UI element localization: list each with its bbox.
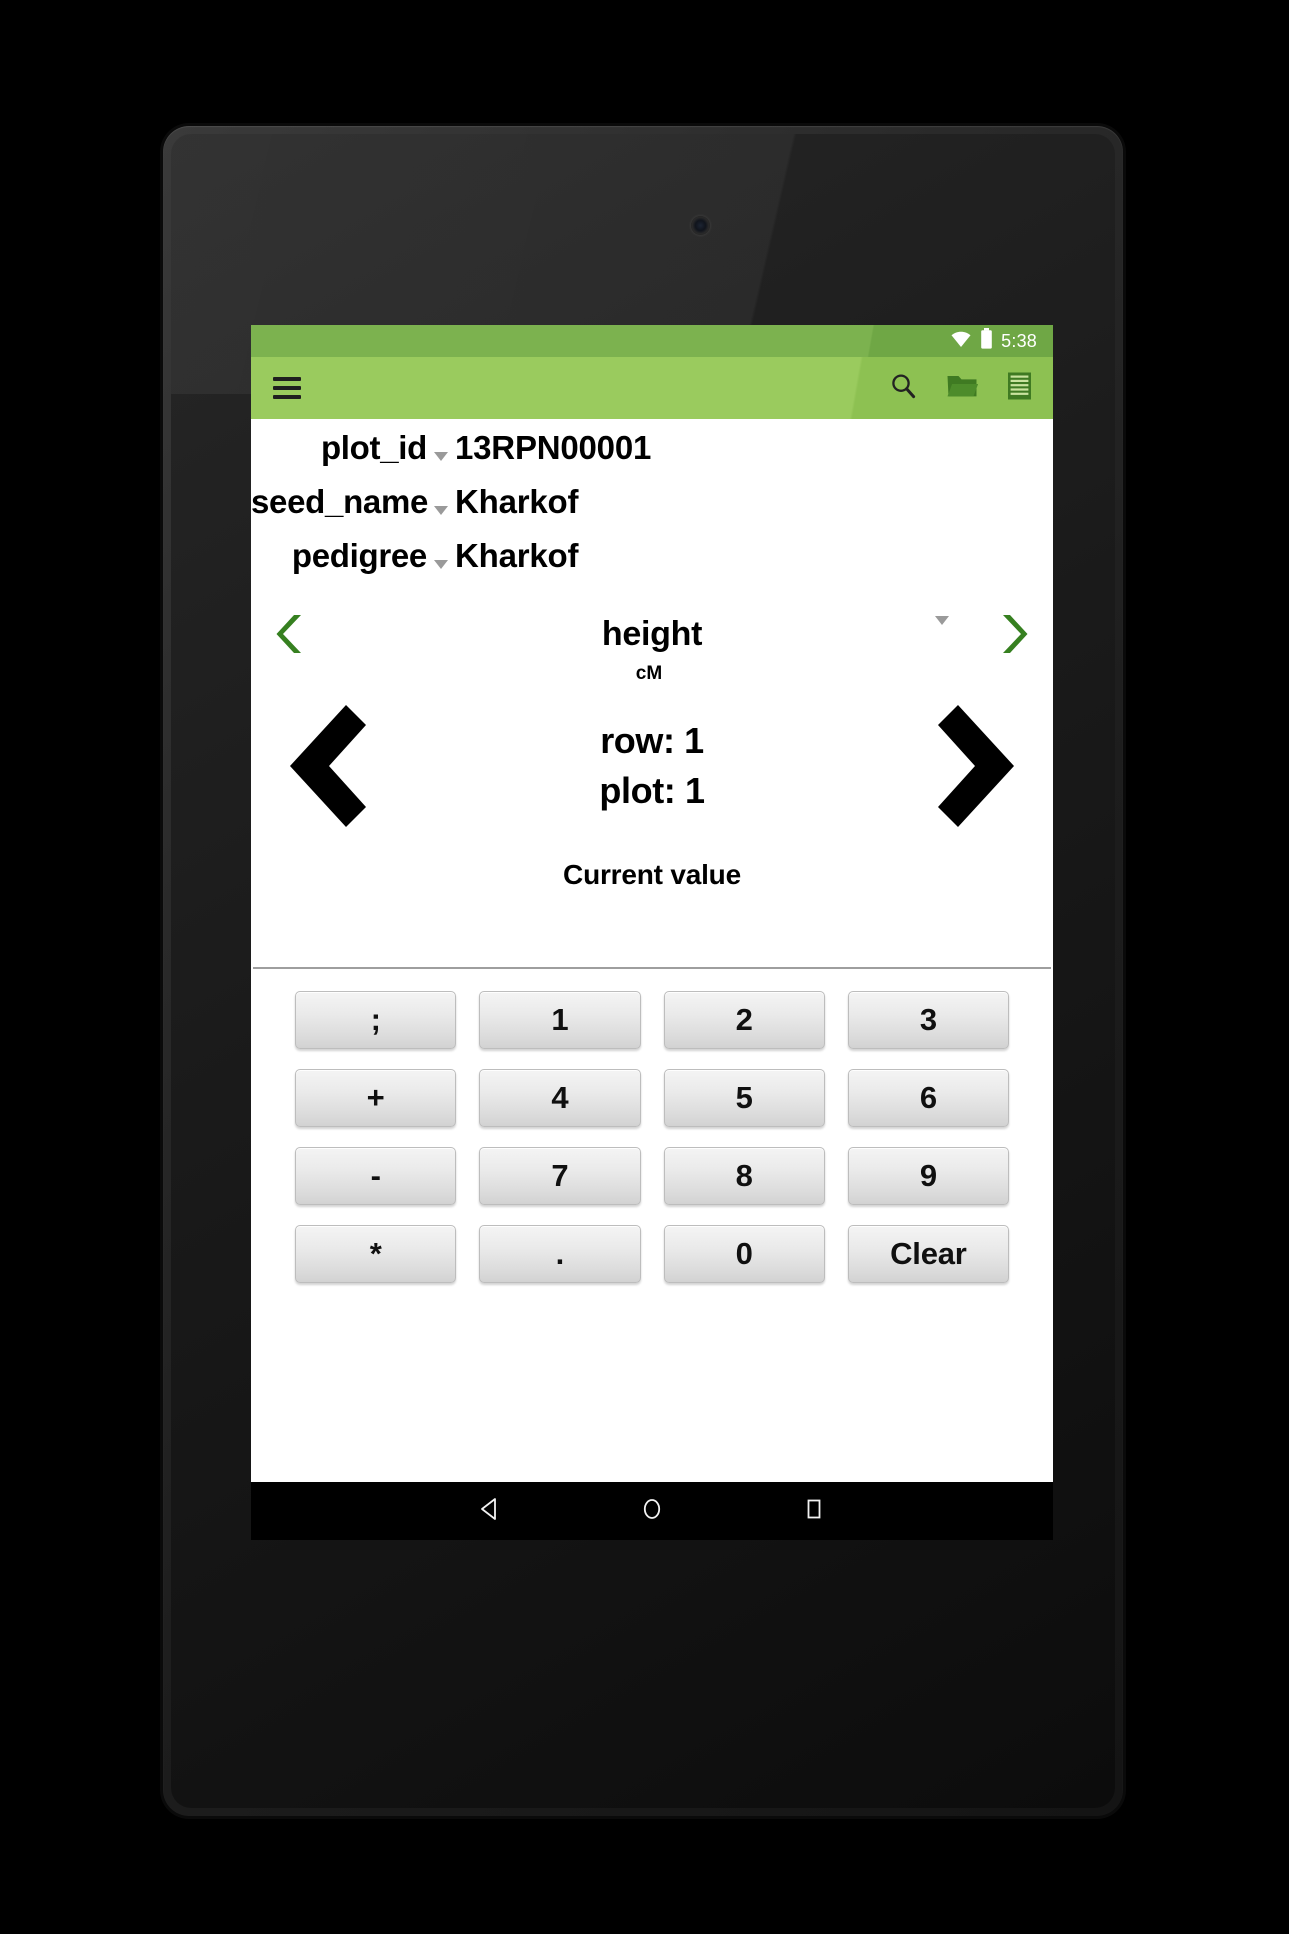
numeric-keypad: ; 1 2 3 + 4 5 6 - 7 8 9 * . 0 Clear (251, 969, 1053, 1283)
status-bar: 5:38 (251, 325, 1053, 357)
search-icon[interactable] (888, 371, 918, 406)
key-3[interactable]: 3 (847, 991, 1009, 1049)
chevron-right-icon (1003, 615, 1028, 653)
chevron-down-icon[interactable] (935, 616, 949, 643)
field-row-pedigree[interactable]: pedigree Kharkof (251, 537, 1053, 591)
current-value-readout (251, 901, 1053, 941)
key-plus[interactable]: + (295, 1069, 457, 1127)
trait-name-container[interactable]: height (319, 615, 985, 654)
field-row-seed-name[interactable]: seed_name Kharkof (251, 483, 1053, 537)
front-camera (691, 216, 710, 235)
key-asterisk[interactable]: * (295, 1225, 457, 1283)
app-screen: 5:38 plot_id 13RPN00001 seed_name Kharko… (251, 325, 1053, 1540)
key-1[interactable]: 1 (479, 991, 641, 1049)
key-semicolon[interactable]: ; (295, 991, 457, 1049)
chevron-down-icon[interactable] (427, 451, 455, 461)
action-bar-icons (888, 371, 1033, 406)
key-8[interactable]: 8 (663, 1147, 825, 1205)
key-minus[interactable]: - (295, 1147, 457, 1205)
key-4[interactable]: 4 (479, 1069, 641, 1127)
wifi-icon (950, 330, 972, 353)
field-row-plot-id[interactable]: plot_id 13RPN00001 (251, 429, 1053, 483)
keypad-row: + 4 5 6 (295, 1069, 1009, 1127)
key-0[interactable]: 0 (663, 1225, 825, 1283)
keypad-row: * . 0 Clear (295, 1225, 1009, 1283)
battery-icon (980, 328, 993, 354)
status-bar-clock: 5:38 (1001, 331, 1037, 351)
plot-number: plot: 1 (599, 770, 705, 811)
plot-info-fields: plot_id 13RPN00001 seed_name Kharkof ped… (251, 419, 1053, 595)
field-value: Kharkof (455, 537, 579, 574)
chevron-down-icon[interactable] (427, 505, 455, 515)
trait-selector: height (251, 601, 1053, 667)
current-value-label: Current value (563, 859, 741, 890)
next-plot-button[interactable] (921, 700, 1031, 832)
plot-navigation: row: 1 plot: 1 (251, 691, 1053, 841)
hamburger-menu-icon[interactable] (273, 377, 301, 399)
action-bar (251, 357, 1053, 419)
trait-name: height (601, 614, 703, 653)
key-6[interactable]: 6 (847, 1069, 1009, 1127)
folder-open-icon[interactable] (946, 372, 979, 405)
chevron-left-large-icon (290, 705, 366, 827)
field-label: pedigree (291, 537, 427, 574)
home-circle-icon[interactable] (639, 1496, 665, 1527)
chevron-down-icon[interactable] (427, 559, 455, 569)
field-value: 13RPN00001 (455, 429, 652, 466)
key-2[interactable]: 2 (663, 991, 825, 1049)
row-number: row: 1 (600, 720, 704, 762)
key-5[interactable]: 5 (663, 1069, 825, 1127)
field-label: plot_id (320, 429, 427, 466)
list-view-icon[interactable] (1006, 371, 1033, 406)
key-clear[interactable]: Clear (847, 1225, 1009, 1283)
key-9[interactable]: 9 (847, 1147, 1009, 1205)
trait-unit-label: cM (635, 663, 663, 684)
key-7[interactable]: 7 (479, 1147, 641, 1205)
plot-position-readout: row: 1 plot: 1 (383, 716, 921, 815)
chevron-right-large-icon (938, 705, 1014, 827)
tablet-bezel: 5:38 plot_id 13RPN00001 seed_name Kharko… (171, 134, 1115, 1808)
back-triangle-icon[interactable] (477, 1496, 503, 1527)
previous-plot-button[interactable] (273, 700, 383, 832)
key-decimal-point[interactable]: . (479, 1225, 641, 1283)
keypad-row: ; 1 2 3 (295, 991, 1009, 1049)
recents-square-icon[interactable] (801, 1496, 827, 1527)
keypad-row: - 7 8 9 (295, 1147, 1009, 1205)
chevron-left-icon (276, 615, 301, 653)
field-label: seed_name (251, 483, 429, 520)
tablet-device: 5:38 plot_id 13RPN00001 seed_name Kharko… (163, 126, 1123, 1816)
field-value: Kharkof (455, 483, 579, 520)
trait-prev-button[interactable] (265, 611, 319, 657)
trait-next-button[interactable] (985, 611, 1039, 657)
android-navigation-bar (251, 1482, 1053, 1540)
